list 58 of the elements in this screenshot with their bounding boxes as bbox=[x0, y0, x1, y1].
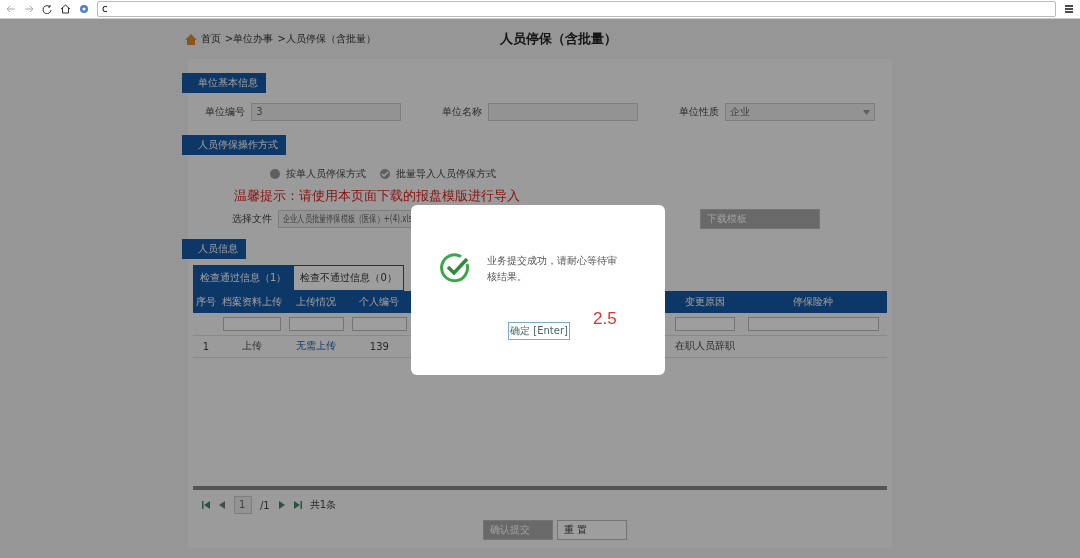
field-label: 单位编号 bbox=[205, 105, 246, 119]
record-count: 共1条 bbox=[309, 498, 337, 512]
first-page-icon[interactable] bbox=[202, 501, 210, 509]
annotation-number: 2.5 bbox=[593, 309, 617, 329]
globe-icon[interactable] bbox=[79, 4, 89, 14]
next-page-icon[interactable] bbox=[277, 501, 286, 509]
select-field[interactable]: 企业 bbox=[724, 103, 875, 121]
breadcrumb-link[interactable]: 首页 bbox=[201, 32, 221, 46]
table-cell: 139 bbox=[369, 340, 389, 352]
column-header: 停保险种 bbox=[739, 291, 887, 313]
import-tip: 温馨提示：请使用本页面下载的报盘模版进行导入 bbox=[234, 187, 521, 205]
back-icon[interactable] bbox=[6, 4, 16, 14]
field-label: 单位性质 bbox=[678, 105, 719, 119]
last-page-icon[interactable] bbox=[293, 501, 302, 509]
forward-icon[interactable] bbox=[24, 4, 34, 14]
tab[interactable]: 检查通过信息（1） bbox=[193, 265, 294, 291]
menu-icon[interactable] bbox=[1064, 4, 1074, 14]
field-label: 选择文件 bbox=[232, 212, 272, 226]
table-cell: 上传 bbox=[242, 340, 262, 351]
column-header: 档案资料上传 bbox=[219, 291, 285, 313]
radio-option[interactable]: 批量导入人员停保方式 bbox=[380, 167, 496, 181]
reload-icon[interactable] bbox=[42, 4, 52, 14]
filter-field[interactable] bbox=[223, 316, 281, 331]
filter-field[interactable] bbox=[747, 316, 879, 331]
column-header: 个人编号 bbox=[347, 291, 411, 313]
filter-field[interactable] bbox=[289, 316, 344, 331]
page-title: 人员停保（含批量） bbox=[499, 30, 617, 48]
input-field[interactable]: 3 bbox=[251, 103, 402, 121]
filter-field[interactable] bbox=[674, 316, 735, 331]
tab[interactable]: 检查不通过信息（0） bbox=[293, 265, 404, 291]
chevron-down-icon bbox=[862, 109, 870, 115]
confirm-button[interactable]: 确定 [Enter] bbox=[508, 322, 570, 340]
column-header: 序号 bbox=[193, 291, 219, 313]
table-cell: 在职人员辞职 bbox=[674, 340, 735, 351]
section-header: 单位基本信息 bbox=[182, 73, 266, 93]
section-header: 人员信息 bbox=[182, 239, 246, 259]
table-cell: 1 bbox=[202, 340, 210, 352]
input-field[interactable] bbox=[488, 103, 638, 121]
page-field[interactable]: 1 bbox=[234, 496, 252, 514]
breadcrumb-link[interactable]: >人员停保（含批量） bbox=[277, 32, 376, 46]
radio-icon[interactable] bbox=[270, 169, 280, 179]
section-header: 人员停保操作方式 bbox=[182, 135, 286, 155]
home-icon[interactable] bbox=[60, 4, 71, 14]
page-total: /1 bbox=[260, 499, 270, 511]
field-label: 单位名称 bbox=[442, 105, 482, 119]
reset-button[interactable]: 重 置 bbox=[557, 520, 627, 540]
address-field[interactable]: c bbox=[97, 1, 1056, 17]
column-header: 上传情况 bbox=[285, 291, 348, 313]
success-check-icon bbox=[439, 252, 471, 284]
dialog-message: 业务提交成功，请耐心等待审核结果。 bbox=[487, 254, 618, 284]
column-header: 变更原因 bbox=[670, 291, 740, 313]
radio-option[interactable]: 按单人员停保方式 bbox=[270, 167, 366, 181]
home-icon bbox=[185, 33, 197, 45]
breadcrumb-link[interactable]: >单位办事 bbox=[225, 32, 274, 46]
upload-link[interactable]: 无需上传 bbox=[296, 340, 337, 351]
radio-icon[interactable] bbox=[380, 169, 390, 179]
prev-page-icon[interactable] bbox=[218, 501, 226, 509]
filter-field[interactable] bbox=[352, 316, 407, 331]
